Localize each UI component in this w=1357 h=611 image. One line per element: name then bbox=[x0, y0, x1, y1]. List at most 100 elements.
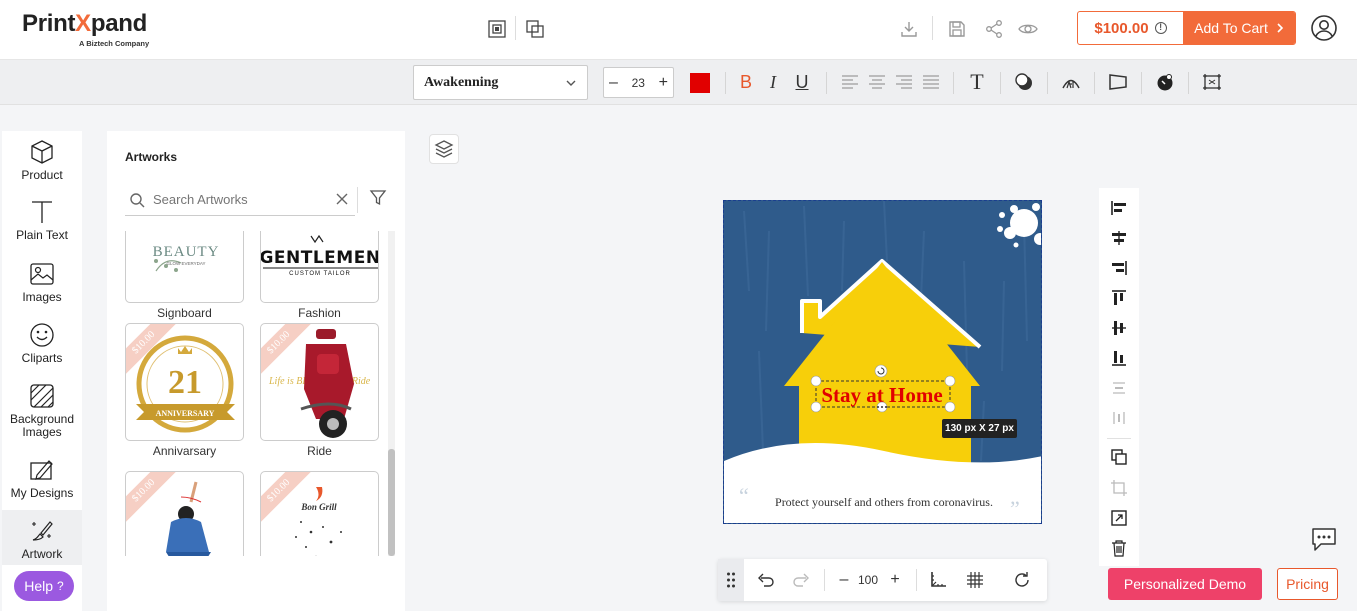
duplicate-icon[interactable] bbox=[1109, 447, 1129, 467]
layers-button[interactable] bbox=[429, 134, 459, 164]
divider bbox=[357, 187, 358, 213]
trash-icon[interactable] bbox=[1109, 538, 1129, 558]
text-color-swatch[interactable] bbox=[690, 73, 710, 93]
align-left-icon[interactable] bbox=[839, 71, 861, 93]
align-center-icon[interactable] bbox=[866, 71, 888, 93]
sidebar-item-label: Artwork bbox=[21, 547, 63, 561]
ruler-icon[interactable] bbox=[928, 570, 948, 590]
distribute-vertical-icon[interactable] bbox=[1109, 378, 1129, 398]
text-style-icon[interactable]: T bbox=[966, 69, 988, 94]
app-header: PrintXpand A Biztech Company $100.00! Ad… bbox=[0, 0, 1357, 60]
divider bbox=[1107, 438, 1131, 439]
price-display[interactable]: $100.00! bbox=[1078, 12, 1183, 44]
italic-button[interactable]: I bbox=[762, 71, 784, 93]
resize-icon[interactable] bbox=[1109, 508, 1129, 528]
design-artwork: “ ” Protect yourself and others from cor… bbox=[724, 201, 1041, 523]
scrollbar-thumb[interactable] bbox=[388, 449, 395, 556]
share-icon[interactable] bbox=[982, 17, 1006, 41]
align-horizontal-center-icon[interactable] bbox=[1109, 228, 1129, 248]
canvas-bottom-bar: – 100 + bbox=[718, 559, 1047, 601]
price-cart-group: $100.00! Add To Cart bbox=[1077, 11, 1296, 45]
divider bbox=[916, 569, 917, 591]
bold-button[interactable]: B bbox=[735, 71, 757, 93]
chevron-right-icon bbox=[1277, 23, 1283, 33]
redo-icon[interactable] bbox=[791, 570, 811, 590]
decrease-size-button[interactable]: – bbox=[609, 74, 618, 92]
font-size-stepper[interactable]: – 23 + bbox=[603, 67, 674, 98]
transform-icon[interactable] bbox=[1201, 71, 1223, 93]
artwork-label: Fashion bbox=[298, 306, 341, 320]
sidebar-item-cliparts[interactable]: Cliparts bbox=[2, 322, 82, 377]
layer-front-icon[interactable] bbox=[485, 17, 509, 41]
alignment-toolbar bbox=[1099, 188, 1139, 566]
artwork-card[interactable]: GENTLEMEN CUSTOM TAILOR bbox=[260, 231, 379, 303]
preview-eye-icon[interactable] bbox=[1016, 17, 1040, 41]
artwork-card[interactable]: Life is BEAUTIFUL Ride $10.00 bbox=[260, 323, 379, 441]
zoom-out-button[interactable]: – bbox=[834, 570, 854, 590]
align-bottom-edge-icon[interactable] bbox=[1109, 348, 1129, 368]
artwork-card[interactable]: BEAUTY GLOW EVERYDAY bbox=[125, 231, 244, 303]
price-value: $100.00 bbox=[1094, 19, 1149, 37]
artwork-card[interactable]: 21 ANNIVERSARY $10.00 bbox=[125, 323, 244, 441]
help-button[interactable]: Help? bbox=[14, 571, 74, 601]
sidebar-item-images[interactable]: Images bbox=[2, 261, 82, 316]
align-justify-icon[interactable] bbox=[920, 71, 942, 93]
divider bbox=[1094, 72, 1095, 94]
info-icon[interactable]: ! bbox=[1154, 22, 1167, 34]
perspective-icon[interactable] bbox=[1107, 71, 1129, 93]
design-canvas[interactable]: “ ” Protect yourself and others from cor… bbox=[723, 200, 1042, 524]
text-arc-icon[interactable] bbox=[1060, 71, 1082, 93]
add-to-cart-button[interactable]: Add To Cart bbox=[1183, 12, 1295, 44]
artwork-art-subtext: ANNIVERSARY bbox=[156, 409, 215, 418]
artwork-art-subtext: CUSTOM TAILOR bbox=[289, 271, 351, 277]
grid-icon[interactable] bbox=[965, 570, 985, 590]
sidebar-item-background-images[interactable]: Background Images bbox=[2, 383, 82, 443]
brand-logo[interactable]: PrintXpand A Biztech Company bbox=[22, 11, 149, 49]
align-right-icon[interactable] bbox=[893, 71, 915, 93]
close-icon[interactable] bbox=[335, 192, 349, 206]
artwork-art-subtext: GLOW EVERYDAY bbox=[166, 261, 205, 266]
divider bbox=[515, 16, 516, 40]
artwork-card[interactable]: Bon Grill $10.00 bbox=[260, 471, 379, 556]
font-family-value: Awakenning bbox=[424, 74, 499, 90]
align-right-edge-icon[interactable] bbox=[1109, 258, 1129, 278]
artwork-card[interactable]: $10.00 bbox=[125, 471, 244, 556]
align-left-edge-icon[interactable] bbox=[1109, 198, 1129, 218]
filter-icon[interactable] bbox=[369, 189, 387, 207]
reset-icon[interactable] bbox=[1012, 570, 1032, 590]
divider bbox=[824, 569, 825, 591]
search-input[interactable] bbox=[153, 192, 323, 207]
sidebar-item-product[interactable]: Product bbox=[2, 139, 82, 194]
question-icon: ? bbox=[57, 579, 64, 593]
chat-icon[interactable] bbox=[1309, 524, 1339, 554]
font-family-select[interactable]: Awakenning bbox=[413, 65, 588, 100]
zoom-in-button[interactable]: + bbox=[885, 570, 905, 590]
align-top-edge-icon[interactable] bbox=[1109, 288, 1129, 308]
text-shadow-icon[interactable] bbox=[1013, 71, 1035, 93]
help-label: Help bbox=[24, 578, 54, 594]
distribute-horizontal-icon[interactable] bbox=[1109, 408, 1129, 428]
pricing-button[interactable]: Pricing bbox=[1277, 568, 1338, 600]
font-size-value[interactable]: 23 bbox=[632, 76, 645, 90]
user-avatar-icon[interactable] bbox=[1311, 15, 1337, 41]
layer-back-icon[interactable] bbox=[523, 17, 547, 41]
undo-icon[interactable] bbox=[756, 570, 776, 590]
quote-text[interactable]: Protect yourself and others from coronav… bbox=[775, 495, 993, 509]
drag-handle-icon[interactable] bbox=[718, 559, 744, 601]
size-tooltip: 130 px X 27 px bbox=[942, 419, 1017, 438]
left-sidebar: Product Plain Text Images Cliparts Backg… bbox=[2, 131, 82, 611]
crop-icon[interactable] bbox=[1109, 478, 1129, 498]
sidebar-item-plain-text[interactable]: Plain Text bbox=[2, 199, 82, 254]
save-icon[interactable] bbox=[945, 17, 969, 41]
divider bbox=[725, 72, 726, 94]
sidebar-item-my-designs[interactable]: My Designs bbox=[2, 457, 82, 512]
artwork-art-text: GENTLEMEN bbox=[261, 248, 379, 268]
personalized-demo-button[interactable]: Personalized Demo bbox=[1108, 568, 1262, 600]
align-vertical-center-icon[interactable] bbox=[1109, 318, 1129, 338]
increase-size-button[interactable]: + bbox=[659, 74, 668, 92]
underline-button[interactable]: U bbox=[791, 71, 813, 93]
artwork-icon bbox=[32, 521, 53, 541]
sidebar-item-artwork[interactable]: Artwork bbox=[2, 510, 82, 565]
download-icon[interactable] bbox=[897, 17, 921, 41]
color-fill-icon[interactable] bbox=[1154, 71, 1176, 93]
